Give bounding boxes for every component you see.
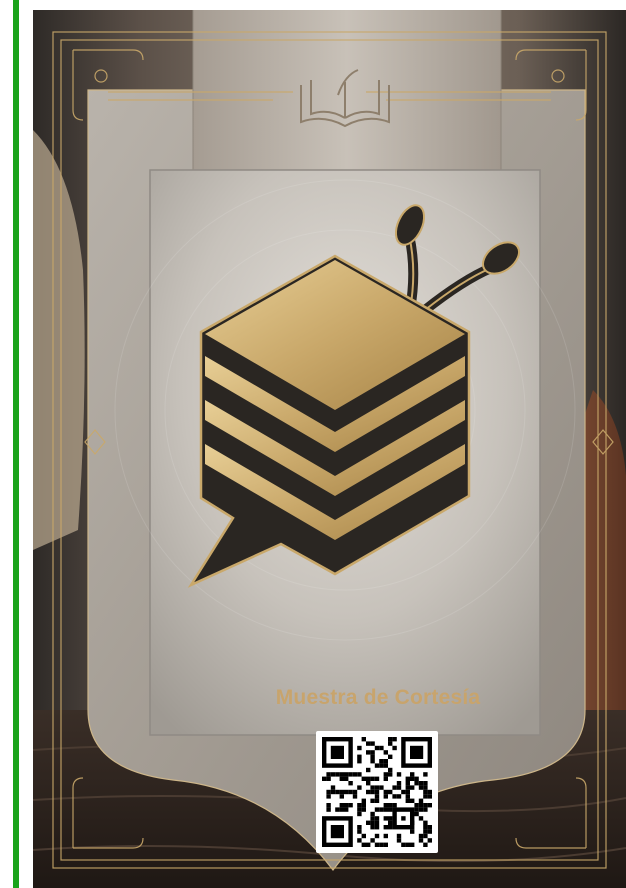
courtesy-sample-label: Muestra de Cortesía bbox=[275, 686, 481, 709]
qr-code-pattern bbox=[322, 737, 432, 847]
qr-code[interactable] bbox=[316, 731, 438, 853]
left-green-rule bbox=[13, 0, 19, 888]
book-cover: Muestra de Cortesía bbox=[33, 10, 626, 888]
